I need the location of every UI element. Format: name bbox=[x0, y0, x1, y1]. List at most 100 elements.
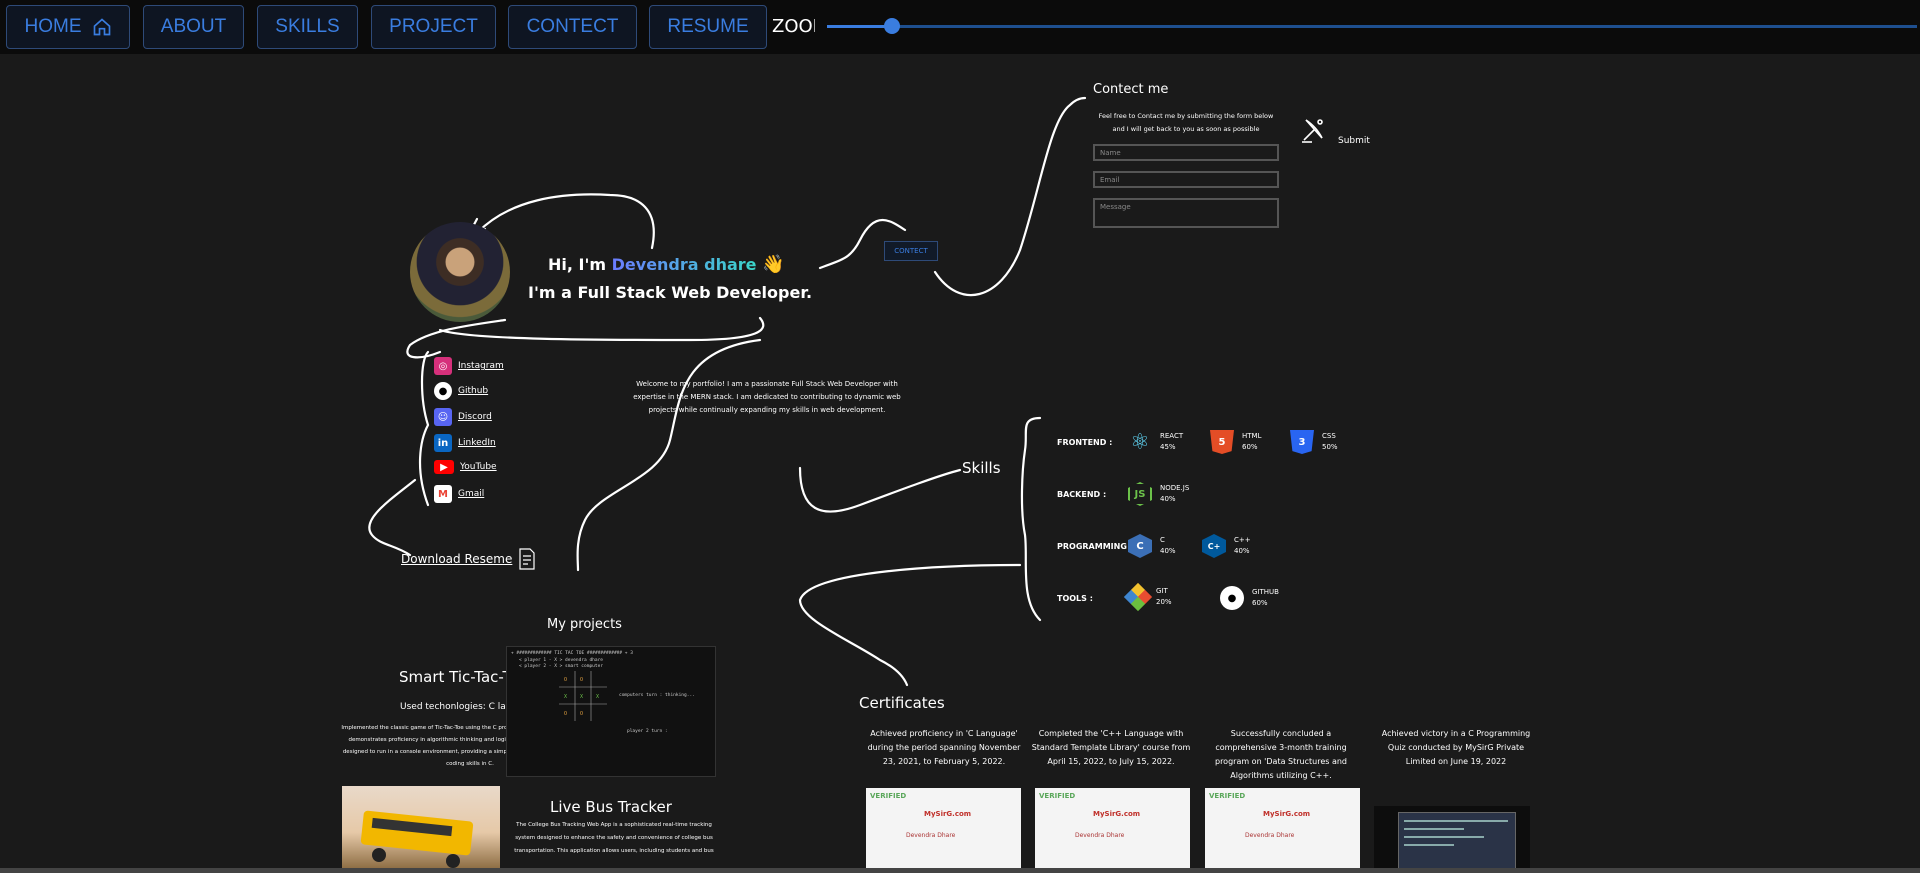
certificate-holder-name: Devendra Dhare bbox=[1245, 832, 1295, 839]
skill-cpp: C+ C++ 40% bbox=[1202, 534, 1251, 558]
skill-css: 3 CSS 50% bbox=[1290, 430, 1338, 454]
social-link-github[interactable]: ● Github bbox=[434, 382, 488, 400]
certificate-2-image[interactable]: VERIFIED MySirG.com Devendra Dhare bbox=[1035, 788, 1190, 870]
console-line-1: + ############# TIC TAC TOE ############… bbox=[511, 651, 633, 656]
page-bottom-border bbox=[0, 868, 1920, 873]
project-1-screenshot: + ############# TIC TAC TOE ############… bbox=[506, 646, 716, 777]
skill-github: ● GITHUB 60% bbox=[1220, 586, 1279, 610]
contact-description: Feel free to Contact me by submitting th… bbox=[1098, 112, 1274, 133]
hero-intro: Welcome to my portfolio! I am a passiona… bbox=[633, 380, 901, 414]
nodejs-icon: JS bbox=[1128, 482, 1152, 506]
contact-submit-button[interactable]: Submit bbox=[1298, 110, 1370, 146]
certificate-site-logo: MySirG.com bbox=[1263, 810, 1311, 818]
svg-text:X: X bbox=[564, 694, 567, 700]
hero-greeting: Hi, I'm Devendra dhare 👋 bbox=[548, 254, 785, 275]
certificate-3-image[interactable]: VERIFIED MySirG.com Devendra Dhare bbox=[1205, 788, 1360, 870]
github-icon: ● bbox=[434, 382, 452, 400]
satellite-dish-icon bbox=[1302, 119, 1323, 143]
skill-node-level: 40% bbox=[1160, 495, 1176, 503]
certificate-verified-label: VERIFIED bbox=[870, 792, 907, 800]
console-player2: player 2 turn : bbox=[627, 729, 668, 734]
project-2-title: Live Bus Tracker bbox=[550, 798, 672, 816]
skill-category-backend: BACKEND : bbox=[1057, 490, 1107, 499]
certificate-verified-label: VERIFIED bbox=[1039, 792, 1076, 800]
social-label-gmail: Gmail bbox=[458, 489, 485, 499]
linkedin-icon: in bbox=[434, 434, 452, 452]
contact-message-input[interactable]: Message bbox=[1093, 198, 1279, 228]
social-label-youtube[interactable]: YouTube bbox=[460, 462, 497, 472]
skill-c: C C 40% bbox=[1128, 534, 1176, 558]
skills-title: Skills bbox=[962, 459, 1001, 477]
profile-photo bbox=[410, 222, 510, 322]
document-icon bbox=[519, 548, 535, 570]
hero-name: Devendra dhare bbox=[611, 255, 757, 274]
social-link-instagram[interactable]: ◎ Instagram bbox=[434, 357, 504, 375]
certificate-4-text: Achieved victory in a C Programming Quiz… bbox=[1381, 729, 1531, 766]
certificate-4-image[interactable] bbox=[1374, 806, 1530, 870]
skill-category-programming: PROGRAMMING : bbox=[1057, 542, 1133, 551]
svg-text:X: X bbox=[580, 694, 583, 700]
skill-github-level: 60% bbox=[1252, 599, 1268, 607]
social-link-gmail[interactable]: M Gmail bbox=[434, 485, 484, 503]
certificate-site-logo: MySirG.com bbox=[1093, 810, 1141, 818]
certificate-holder-name: Devendra Dhare bbox=[1075, 832, 1125, 839]
cpp-icon: C+ bbox=[1202, 534, 1226, 558]
download-resume-link[interactable]: Download Reseme bbox=[401, 548, 536, 570]
contact-title: Contect me bbox=[1093, 82, 1169, 97]
contact-name-input[interactable]: Name bbox=[1093, 144, 1279, 161]
git-icon bbox=[1123, 582, 1153, 612]
svg-text:O: O bbox=[580, 677, 583, 683]
skill-category-tools: TOOLS : bbox=[1057, 594, 1093, 603]
youtube-icon: ▶ bbox=[434, 460, 454, 474]
certificate-holder-name: Devendra Dhare bbox=[906, 832, 956, 839]
github-logo-icon: ● bbox=[1220, 586, 1244, 610]
contact-email-input[interactable]: Email bbox=[1093, 171, 1279, 188]
social-link-linkedin[interactable]: in LinkedIn bbox=[434, 434, 496, 452]
contect-button[interactable]: CONTECT bbox=[884, 241, 938, 261]
skill-cpp-name: C++ bbox=[1234, 536, 1251, 544]
skill-html-level: 60% bbox=[1242, 443, 1258, 451]
download-resume-label: Download Reseme bbox=[401, 552, 513, 566]
gmail-icon: M bbox=[434, 485, 452, 503]
wave-icon: 👋 bbox=[762, 254, 785, 275]
hero-role: I'm a Full Stack Web Developer. bbox=[528, 283, 813, 302]
certificate-3-text: Successfully concluded a comprehensive 3… bbox=[1214, 729, 1348, 780]
discord-icon: ☺ bbox=[434, 408, 452, 426]
skill-html-name: HTML bbox=[1242, 432, 1262, 440]
project-2-image bbox=[342, 786, 500, 870]
certificates-title: Certificates bbox=[859, 694, 945, 712]
skill-github-name: GITHUB bbox=[1252, 588, 1279, 596]
skill-html: 5 HTML 60% bbox=[1210, 430, 1261, 454]
skill-react-level: 45% bbox=[1160, 443, 1176, 451]
skill-git-name: GIT bbox=[1156, 587, 1168, 595]
project-2-desc: The College Bus Tracking Web App is a so… bbox=[514, 822, 714, 854]
skill-git: GIT 20% bbox=[1123, 582, 1172, 612]
skill-cpp-level: 40% bbox=[1234, 547, 1250, 555]
skill-react-name: REACT bbox=[1160, 432, 1184, 440]
social-label-github[interactable]: Github bbox=[458, 386, 488, 396]
social-label-linkedin[interactable]: LinkedIn bbox=[458, 438, 496, 448]
c-language-icon: C bbox=[1128, 534, 1152, 558]
svg-text:O: O bbox=[564, 677, 567, 683]
html5-icon: 5 bbox=[1210, 430, 1234, 454]
social-label-discord[interactable]: Discord bbox=[458, 412, 492, 422]
css3-icon: 3 bbox=[1290, 430, 1314, 454]
certificate-1-image[interactable]: VERIFIED MySirG.com Devendra Dhare bbox=[866, 788, 1021, 870]
social-link-discord[interactable]: ☺ Discord bbox=[434, 408, 492, 426]
social-label-instagram[interactable]: Instagram bbox=[458, 361, 504, 371]
skill-node: JS NODE.JS 40% bbox=[1128, 482, 1189, 506]
certificate-verified-label: VERIFIED bbox=[1209, 792, 1246, 800]
tic-tac-toe-board: O O O O X X X bbox=[559, 671, 607, 721]
console-line-2: < player 1 - X > devendra dhare bbox=[519, 658, 603, 663]
skill-c-name: C bbox=[1160, 536, 1165, 544]
social-link-youtube[interactable]: ▶ YouTube bbox=[434, 460, 497, 474]
svg-text:O: O bbox=[564, 711, 567, 717]
skill-css-name: CSS bbox=[1322, 432, 1336, 440]
hero-greeting-prefix: Hi, I'm bbox=[548, 255, 612, 274]
projects-title: My projects bbox=[547, 617, 622, 632]
svg-text:O: O bbox=[580, 711, 583, 717]
skill-category-frontend: FRONTEND : bbox=[1057, 438, 1113, 447]
skill-c-level: 40% bbox=[1160, 547, 1176, 555]
skill-react: ⚛ REACT 45% bbox=[1128, 430, 1184, 455]
certificate-2-text: Completed the 'C++ Language with Standar… bbox=[1031, 729, 1191, 766]
